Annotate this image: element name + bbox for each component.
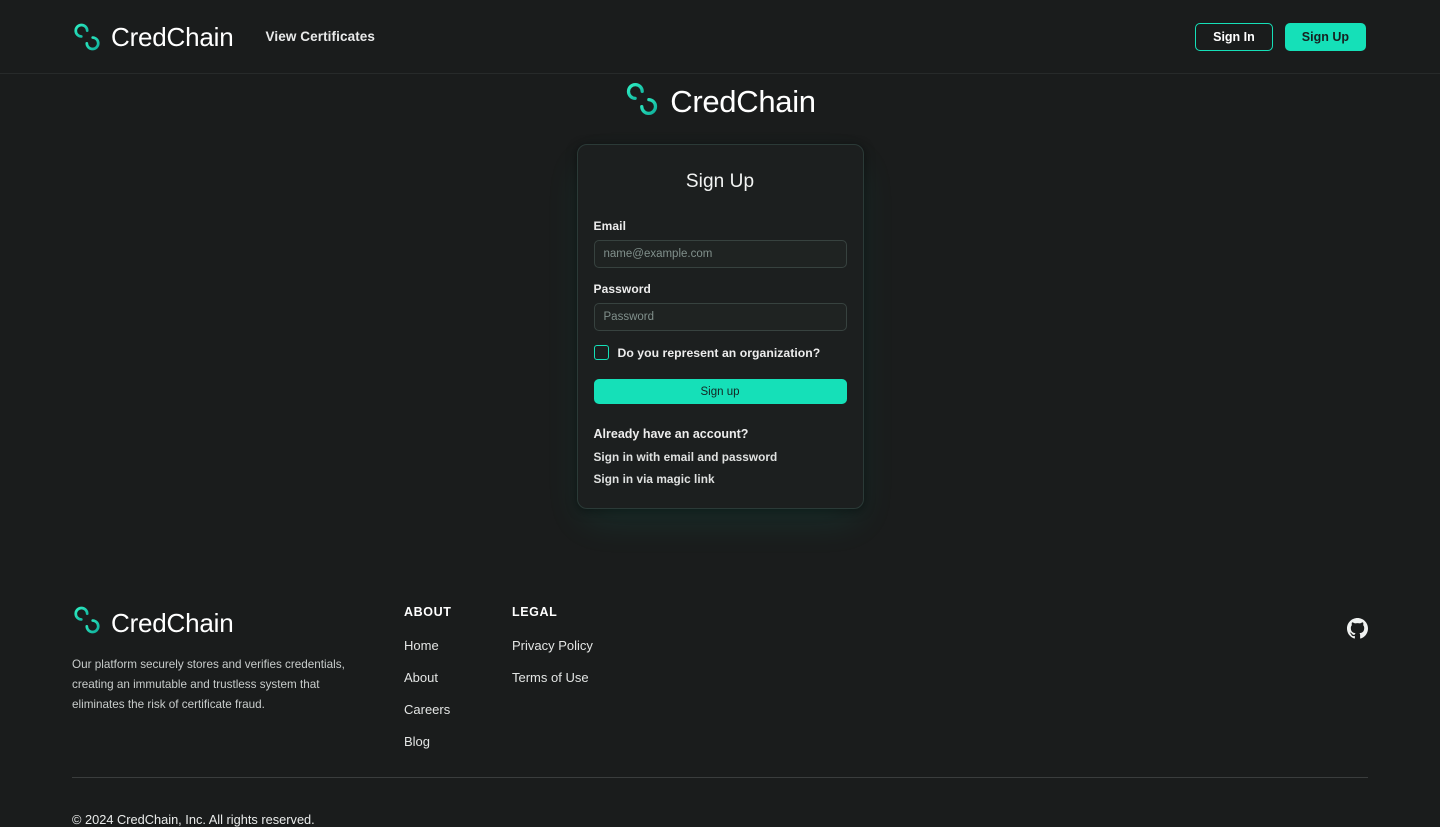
sign-in-magic-link[interactable]: Sign in via magic link — [594, 472, 847, 486]
site-header: CredChain View Certificates Sign In Sign… — [0, 0, 1440, 74]
sign-in-button[interactable]: Sign In — [1195, 22, 1273, 51]
footer-link-about[interactable]: About — [404, 670, 512, 685]
credchain-s-logo-icon — [72, 605, 102, 640]
footer-link-privacy-policy[interactable]: Privacy Policy — [512, 638, 712, 653]
credchain-s-logo-icon — [72, 22, 102, 52]
footer-description: Our platform securely stores and verifie… — [72, 658, 345, 712]
header-actions: Sign In Sign Up — [1195, 22, 1366, 51]
footer-top: CredChain Our platform securely stores a… — [72, 579, 1368, 771]
footer-column-title: ABOUT — [404, 605, 452, 619]
footer-column-title: LEGAL — [512, 605, 558, 619]
sign-up-card: Sign Up Email Password Do you represent … — [576, 144, 864, 509]
password-label: Password — [593, 282, 651, 296]
card-title: Sign Up — [685, 171, 755, 192]
footer-brand-name: CredChain — [111, 607, 234, 638]
sign-up-submit-button[interactable]: Sign up — [593, 379, 847, 404]
organization-checkbox[interactable] — [593, 345, 609, 360]
github-icon[interactable] — [1347, 618, 1368, 639]
page-root: CredChain View Certificates Sign In Sign… — [0, 0, 1440, 827]
footer-copyright: © 2024 CredChain, Inc. All rights reserv… — [72, 812, 315, 827]
email-input[interactable] — [593, 240, 847, 268]
organization-checkbox-row[interactable]: Do you represent an organization? — [593, 345, 847, 360]
nav-view-certificates[interactable]: View Certificates — [266, 29, 376, 44]
footer-column-legal: LEGAL Privacy Policy Terms of Use — [512, 605, 712, 702]
password-input[interactable] — [593, 303, 847, 331]
header-brand-name: CredChain — [111, 21, 234, 52]
sign-up-button[interactable]: Sign Up — [1284, 22, 1366, 51]
hero-brand: CredChain — [624, 81, 816, 122]
footer-link-blog[interactable]: Blog — [404, 734, 512, 749]
site-footer: CredChain Our platform securely stores a… — [0, 579, 1440, 827]
credchain-s-logo-icon — [624, 81, 660, 122]
header-brand-logo[interactable]: CredChain — [72, 22, 234, 52]
already-have-account-heading: Already have an account? — [593, 427, 749, 441]
footer-column-about: ABOUT Home About Careers Blog — [404, 605, 512, 766]
email-label: Email — [593, 219, 627, 233]
footer-link-home[interactable]: Home — [404, 638, 512, 653]
footer-brand-column: CredChain Our platform securely stores a… — [72, 605, 404, 715]
hero-brand-name: CredChain — [670, 84, 816, 119]
footer-link-terms-of-use[interactable]: Terms of Use — [512, 670, 712, 685]
footer-link-careers[interactable]: Careers — [404, 702, 512, 717]
organization-checkbox-label: Do you represent an organization? — [617, 345, 821, 360]
sign-in-email-password-link[interactable]: Sign in with email and password — [594, 450, 847, 464]
footer-social-links — [1347, 605, 1368, 639]
footer-brand-logo[interactable]: CredChain — [72, 605, 404, 640]
main-content: CredChain Sign Up Email Password Do you … — [0, 74, 1440, 579]
